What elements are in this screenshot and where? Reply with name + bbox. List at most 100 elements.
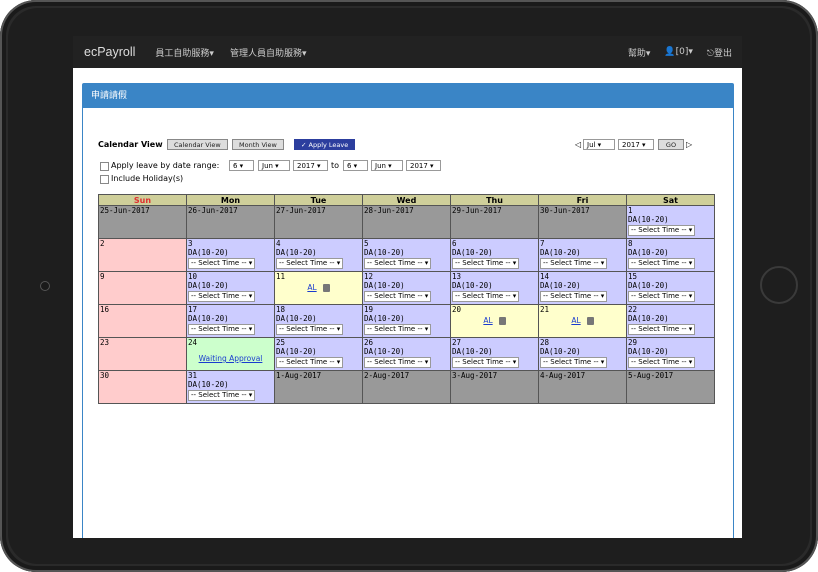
prev-month-icon[interactable]: ◁ [575, 140, 581, 149]
from-day-select[interactable]: 6 ▾ [229, 160, 254, 171]
select-time-dropdown[interactable]: -- Select Time -- ▾ [276, 324, 344, 335]
day-number: 29-Jun-2017 [452, 206, 502, 216]
select-time-dropdown[interactable]: -- Select Time -- ▾ [364, 291, 432, 302]
calendar-week-row: 30 31 DA(10-20) -- Select Time -- ▾ 1-Aug-20… [98, 370, 715, 404]
calendar-day-cell[interactable]: 28 DA(10-20) -- Select Time -- ▾ [538, 337, 627, 371]
calendar-day-cell[interactable]: 18 DA(10-20) -- Select Time -- ▾ [274, 304, 363, 338]
menu-manager-self-service[interactable]: 管理人員自助服務▾ [230, 46, 307, 59]
select-time-dropdown[interactable]: -- Select Time -- ▾ [452, 291, 520, 302]
select-time-dropdown[interactable]: -- Select Time -- ▾ [276, 357, 344, 368]
day-number: 27-Jun-2017 [276, 206, 326, 216]
calendar-day-cell[interactable]: 27 DA(10-20) -- Select Time -- ▾ [450, 337, 539, 371]
brand-logo[interactable]: ecPayroll [84, 45, 135, 59]
select-time-dropdown[interactable]: -- Select Time -- ▾ [452, 357, 520, 368]
shift-label: DA(10-20) [276, 347, 317, 356]
calendar-day-cell[interactable]: 9 [98, 271, 187, 305]
month-view-button[interactable]: Month View [232, 139, 284, 150]
calendar-day-cell[interactable]: 16 [98, 304, 187, 338]
logout-link[interactable]: ⎋登出 [707, 46, 732, 59]
select-time-dropdown[interactable]: -- Select Time -- ▾ [364, 324, 432, 335]
month-select[interactable]: Jul ▾ [583, 139, 615, 150]
calendar-day-cell[interactable]: 6 DA(10-20) -- Select Time -- ▾ [450, 238, 539, 272]
navbar: ecPayroll 員工自助服務▾ 管理人員自助服務▾ 幫助▾ 👤[0]▾ ⎋登… [73, 36, 742, 68]
weekday-sat: Sat [626, 194, 715, 206]
trash-icon[interactable] [322, 284, 330, 292]
select-time-dropdown[interactable]: -- Select Time -- ▾ [628, 291, 696, 302]
day-number: 10 [188, 272, 198, 282]
calendar-day-cell[interactable]: 5 DA(10-20) -- Select Time -- ▾ [362, 238, 451, 272]
calendar-day-cell[interactable]: 13 DA(10-20) -- Select Time -- ▾ [450, 271, 539, 305]
to-day-select[interactable]: 6 ▾ [343, 160, 368, 171]
calendar-day-cell[interactable]: 29 DA(10-20) -- Select Time -- ▾ [626, 337, 715, 371]
calendar-day-cell[interactable]: 7 DA(10-20) -- Select Time -- ▾ [538, 238, 627, 272]
menu-employee-self-service[interactable]: 員工自助服務▾ [155, 46, 214, 59]
waiting-approval-link[interactable]: Waiting Approval [199, 354, 263, 363]
select-time-dropdown[interactable]: -- Select Time -- ▾ [628, 324, 696, 335]
calendar-day-cell[interactable]: 22 DA(10-20) -- Select Time -- ▾ [626, 304, 715, 338]
trash-icon[interactable] [498, 317, 506, 325]
trash-icon[interactable] [586, 317, 594, 325]
date-range-label: Apply leave by date range: [111, 161, 220, 170]
calendar-day-cell[interactable]: 11 AL [274, 271, 363, 305]
select-time-dropdown[interactable]: -- Select Time -- ▾ [188, 291, 256, 302]
calendar-day-cell[interactable]: 8 DA(10-20) -- Select Time -- ▾ [626, 238, 715, 272]
select-time-dropdown[interactable]: -- Select Time -- ▾ [628, 225, 696, 236]
calendar-day-cell[interactable]: 3 DA(10-20) -- Select Time -- ▾ [186, 238, 275, 272]
day-number: 19 [364, 305, 374, 315]
select-time-dropdown[interactable]: -- Select Time -- ▾ [188, 258, 256, 269]
select-time-dropdown[interactable]: -- Select Time -- ▾ [364, 258, 432, 269]
day-number: 31 [188, 371, 198, 381]
calendar-day-cell[interactable]: 31 DA(10-20) -- Select Time -- ▾ [186, 370, 275, 404]
include-holiday-checkbox[interactable] [100, 175, 109, 184]
apply-leave-button[interactable]: ✓ Apply Leave [294, 139, 356, 150]
calendar-day-cell[interactable]: 20 AL [450, 304, 539, 338]
calendar-day-cell[interactable]: 14 DA(10-20) -- Select Time -- ▾ [538, 271, 627, 305]
calendar-day-cell[interactable]: 23 [98, 337, 187, 371]
shift-label: DA(10-20) [452, 281, 493, 290]
calendar-day-cell[interactable]: 26 DA(10-20) -- Select Time -- ▾ [362, 337, 451, 371]
help-menu[interactable]: 幫助▾ [628, 46, 651, 59]
shift-label: DA(10-20) [452, 248, 493, 257]
day-number: 2 [100, 239, 105, 249]
user-menu[interactable]: 👤[0]▾ [664, 47, 692, 57]
go-button[interactable]: GO [658, 139, 684, 150]
day-number: 22 [628, 305, 638, 315]
select-time-dropdown[interactable]: -- Select Time -- ▾ [540, 258, 608, 269]
calendar-day-cell[interactable]: 19 DA(10-20) -- Select Time -- ▾ [362, 304, 451, 338]
calendar-day-cell[interactable]: 2 [98, 238, 187, 272]
select-time-dropdown[interactable]: -- Select Time -- ▾ [188, 390, 256, 401]
select-time-dropdown[interactable]: -- Select Time -- ▾ [452, 258, 520, 269]
calendar-week-row: 9 10 DA(10-20) -- Select Time -- ▾ 11 AL 12 DA(… [98, 271, 715, 305]
to-month-select[interactable]: Jun ▾ [371, 160, 403, 171]
to-year-select[interactable]: 2017 ▾ [406, 160, 441, 171]
annual-leave-link[interactable]: AL [483, 316, 492, 325]
calendar-day-cell[interactable]: 17 DA(10-20) -- Select Time -- ▾ [186, 304, 275, 338]
from-year-select[interactable]: 2017 ▾ [293, 160, 328, 171]
calendar-day-cell[interactable]: 30 [98, 370, 187, 404]
calendar-day-cell[interactable]: 25 DA(10-20) -- Select Time -- ▾ [274, 337, 363, 371]
day-number: 8 [628, 239, 633, 249]
select-time-dropdown[interactable]: -- Select Time -- ▾ [364, 357, 432, 368]
select-time-dropdown[interactable]: -- Select Time -- ▾ [540, 291, 608, 302]
calendar-day-cell[interactable]: 10 DA(10-20) -- Select Time -- ▾ [186, 271, 275, 305]
calendar-day-cell[interactable]: 4 DA(10-20) -- Select Time -- ▾ [274, 238, 363, 272]
year-select[interactable]: 2017 ▾ [618, 139, 654, 150]
calendar-day-cell[interactable]: 1 DA(10-20) -- Select Time -- ▾ [626, 205, 715, 239]
day-number: 28 [540, 338, 550, 348]
from-month-select[interactable]: Jun ▾ [258, 160, 290, 171]
annual-leave-link[interactable]: AL [307, 283, 316, 292]
calendar-view-button[interactable]: Calendar View [167, 139, 228, 150]
select-time-dropdown[interactable]: -- Select Time -- ▾ [188, 324, 256, 335]
day-number: 1-Aug-2017 [276, 371, 322, 381]
annual-leave-link[interactable]: AL [571, 316, 580, 325]
date-range-checkbox[interactable] [100, 162, 109, 171]
calendar-day-cell[interactable]: 24 Waiting Approval [186, 337, 275, 371]
select-time-dropdown[interactable]: -- Select Time -- ▾ [628, 258, 696, 269]
select-time-dropdown[interactable]: -- Select Time -- ▾ [276, 258, 344, 269]
next-month-icon[interactable]: ▷ [686, 140, 692, 149]
calendar-day-cell[interactable]: 15 DA(10-20) -- Select Time -- ▾ [626, 271, 715, 305]
calendar-day-cell[interactable]: 12 DA(10-20) -- Select Time -- ▾ [362, 271, 451, 305]
select-time-dropdown[interactable]: -- Select Time -- ▾ [628, 357, 696, 368]
select-time-dropdown[interactable]: -- Select Time -- ▾ [540, 357, 608, 368]
calendar-day-cell[interactable]: 21 AL [538, 304, 627, 338]
